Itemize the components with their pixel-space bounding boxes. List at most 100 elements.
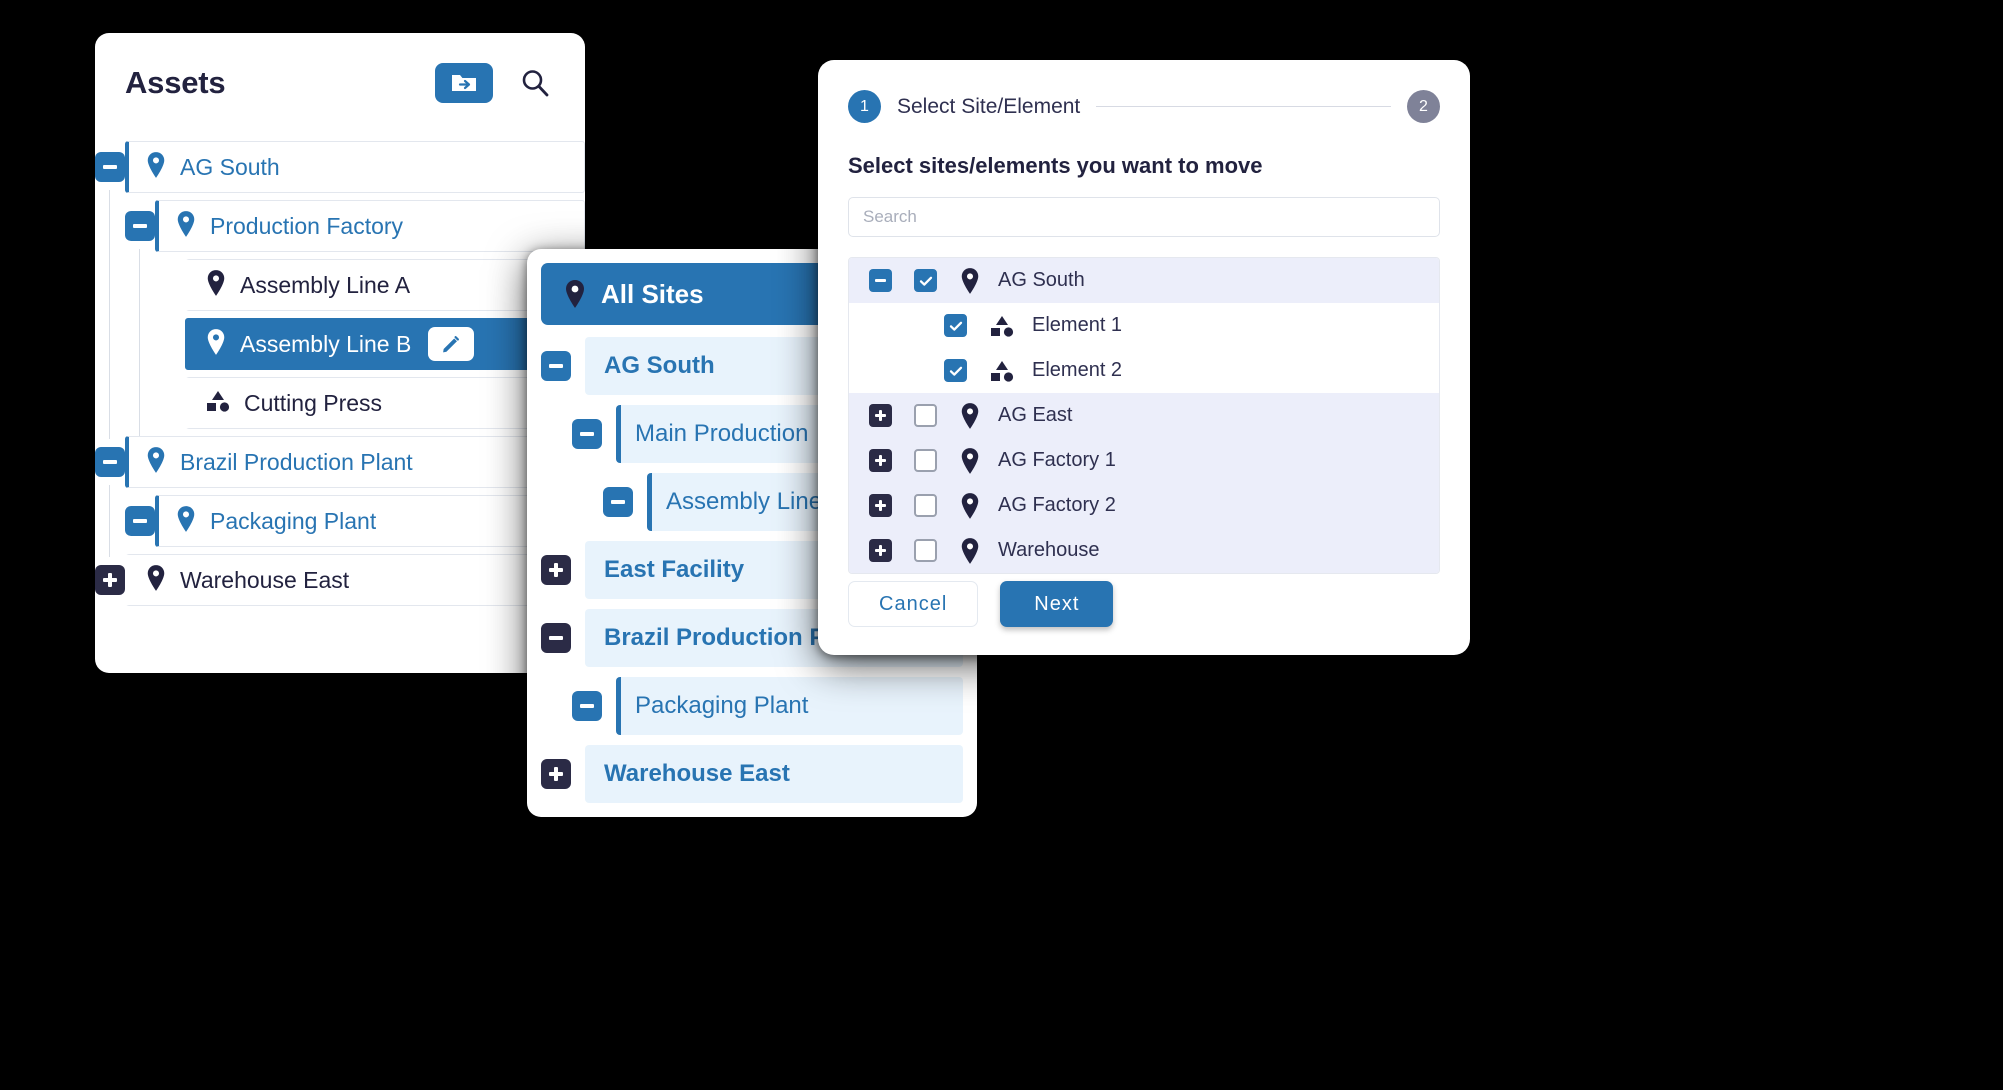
dialog-top: 1 Select Site/Element 2 Select sites/ele… — [818, 60, 1470, 237]
assets-tree-item[interactable]: AG South — [125, 141, 585, 193]
tree-expander-plus[interactable] — [541, 759, 571, 789]
row-checkbox[interactable] — [944, 314, 967, 337]
stepper-connector — [1096, 106, 1391, 107]
expander-slot — [541, 351, 571, 381]
plus-glyph — [879, 545, 882, 556]
assets-tree-item[interactable]: Cutting Press — [185, 377, 585, 429]
stepper: 1 Select Site/Element 2 — [848, 90, 1440, 123]
location-pin-icon — [207, 328, 225, 355]
tree-item-icon — [205, 269, 227, 302]
plus-glyph — [554, 767, 558, 781]
assets-tree-row[interactable]: Brazil Production Plant — [95, 436, 585, 488]
minus-glyph — [103, 460, 117, 464]
dialog-list-row[interactable]: AG Factory 2 — [849, 483, 1439, 528]
assets-tree-row[interactable]: Production Factory — [95, 190, 585, 262]
assets-tree-row[interactable]: Cutting Press — [95, 367, 585, 439]
assets-tree-row[interactable]: Assembly Line B — [95, 308, 585, 380]
dialog-list-row[interactable]: Element 2 — [849, 348, 1439, 393]
next-button[interactable]: Next — [1000, 581, 1114, 627]
pencil-icon — [443, 336, 460, 353]
all-sites-tree-row[interactable]: Warehouse East — [541, 745, 963, 803]
row-icon — [959, 492, 981, 520]
tree-expander-minus[interactable] — [541, 351, 571, 381]
tree-expander-plus[interactable] — [869, 449, 892, 472]
assets-tree-row[interactable]: Packaging Plant — [95, 485, 585, 557]
row-label: Element 2 — [1032, 359, 1123, 381]
tree-expander-minus[interactable] — [869, 269, 892, 292]
tree-expander-plus[interactable] — [869, 404, 892, 427]
assets-tree-item[interactable]: Packaging Plant — [155, 495, 585, 547]
all-sites-tree-row[interactable]: Packaging Plant — [541, 677, 963, 735]
row-label: AG East — [998, 404, 1073, 426]
dialog-list-row[interactable]: AG East — [849, 393, 1439, 438]
dialog-list-row[interactable]: Warehouse — [849, 528, 1439, 573]
dialog-list-row[interactable]: Element 1 — [849, 303, 1439, 348]
move-assets-button[interactable] — [435, 63, 493, 103]
tree-expander-minus[interactable] — [572, 419, 602, 449]
plus-glyph — [879, 410, 882, 421]
tree-expander-plus[interactable] — [869, 539, 892, 562]
expander-slot — [95, 152, 125, 182]
step-1-badge[interactable]: 1 — [848, 90, 881, 123]
dialog-list-row[interactable]: AG South — [849, 258, 1439, 303]
tree-expander-minus[interactable] — [125, 506, 155, 536]
all-sites-item-label: East Facility — [604, 556, 745, 583]
plus-glyph — [554, 563, 558, 577]
edit-button[interactable] — [428, 327, 475, 361]
expander-slot — [125, 211, 155, 241]
row-label: AG Factory 2 — [998, 494, 1116, 516]
tree-item-icon — [145, 446, 167, 479]
minus-glyph — [875, 279, 886, 282]
tree-item-label: Packaging Plant — [210, 507, 377, 534]
search-assets-button[interactable] — [515, 63, 555, 103]
element-shapes-icon — [207, 390, 230, 412]
row-checkbox[interactable] — [914, 494, 937, 517]
dialog-subtitle: Select sites/elements you want to move — [848, 153, 1263, 178]
assets-tree-item[interactable]: Warehouse East — [125, 554, 585, 606]
tree-indent-rail — [125, 367, 155, 439]
minus-glyph — [549, 364, 563, 368]
tree-expander-minus[interactable] — [95, 152, 125, 182]
location-pin-icon — [566, 280, 584, 308]
tree-expander-plus[interactable] — [869, 494, 892, 517]
all-sites-item-label: AG South — [604, 352, 715, 379]
row-checkbox[interactable] — [914, 449, 937, 472]
tree-expander-minus[interactable] — [95, 447, 125, 477]
tree-item-icon — [205, 389, 231, 418]
step-2-badge[interactable]: 2 — [1407, 90, 1440, 123]
tree-indent-rail — [95, 190, 125, 262]
tree-expander-plus[interactable] — [95, 565, 125, 595]
row-checkbox[interactable] — [914, 539, 937, 562]
row-checkbox[interactable] — [914, 404, 937, 427]
assets-tree-row[interactable]: Assembly Line A — [95, 249, 585, 321]
dialog-search-input[interactable] — [848, 197, 1440, 237]
assets-tree-item[interactable]: Brazil Production Plant — [125, 436, 585, 488]
cancel-button[interactable]: Cancel — [848, 581, 979, 627]
assets-tree-item[interactable]: Assembly Line A — [185, 259, 585, 311]
dialog-site-list: AG South Element 1 Element 2 AG East AG Fact… — [848, 257, 1440, 574]
all-sites-item[interactable]: Packaging Plant — [616, 677, 963, 735]
tree-expander-minus[interactable] — [125, 211, 155, 241]
tree-expander-minus[interactable] — [541, 623, 571, 653]
tree-item-label: Production Factory — [210, 212, 404, 239]
expander-slot — [95, 565, 125, 595]
location-pin-icon — [147, 151, 165, 178]
expander-slot — [572, 691, 602, 721]
location-pin-icon — [147, 564, 165, 591]
assets-tree-row[interactable]: Warehouse East — [95, 554, 585, 606]
tree-expander-minus[interactable] — [572, 691, 602, 721]
search-icon — [522, 70, 549, 97]
check-icon — [949, 366, 962, 376]
assets-tree-row[interactable]: AG South — [95, 141, 585, 193]
tree-expander-minus[interactable] — [603, 487, 633, 517]
location-pin-icon — [147, 446, 165, 473]
location-pin-icon — [961, 492, 979, 519]
row-checkbox[interactable] — [944, 359, 967, 382]
assets-tree-item[interactable]: Production Factory — [155, 200, 585, 252]
dialog-list-row[interactable]: AG Factory 1 — [849, 438, 1439, 483]
all-sites-item[interactable]: Warehouse East — [585, 745, 963, 803]
assets-tree-item[interactable]: Assembly Line B — [185, 318, 585, 370]
minus-glyph — [611, 500, 625, 504]
row-checkbox[interactable] — [914, 269, 937, 292]
tree-expander-plus[interactable] — [541, 555, 571, 585]
